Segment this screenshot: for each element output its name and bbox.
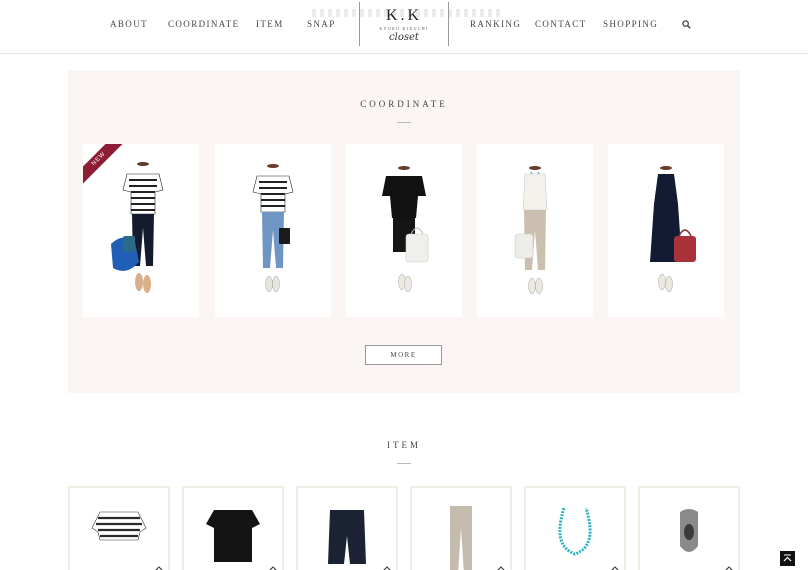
outfit-image [514,166,548,295]
hanger-icon [611,566,619,570]
new-badge: NEW [83,144,123,184]
coordinate-divider [397,122,411,123]
coordinate-card[interactable] [215,144,331,317]
outfit-image [252,164,294,293]
item-image [450,506,472,570]
item-image [558,507,592,556]
new-ribbon: NEW [83,144,123,184]
coordinate-title: COORDINATE [360,99,448,109]
logo-script: closet [389,32,419,43]
search-icon[interactable] [682,20,691,29]
page-top-icon [783,554,792,562]
coordinate-card[interactable] [477,144,593,317]
item-card[interactable] [68,486,170,570]
item-card[interactable] [296,486,398,570]
nav-about[interactable]: ABOUT [110,19,148,29]
hanger-icon [497,566,505,570]
more-button[interactable]: MORE [365,345,442,365]
site-logo[interactable]: K.K KYOKO KIKUCHI closet [359,2,449,46]
coordinate-card[interactable] [346,144,462,317]
nav-ranking[interactable]: RANKING [470,19,521,29]
item-card[interactable] [524,486,626,570]
item-card[interactable] [182,486,284,570]
nav-shopping[interactable]: SHOPPING [603,19,658,29]
nav-contact[interactable]: CONTACT [535,19,587,29]
nav-snap[interactable]: SNAP [307,19,336,29]
hanger-icon [155,566,163,570]
hanger-icon [269,566,277,570]
item-image [91,511,147,541]
site-header: ABOUT COORDINATE ITEM SNAP K.K KYOKO KIK… [0,0,808,54]
nav-item[interactable]: ITEM [256,19,284,29]
item-title: ITEM [387,440,421,450]
item-divider [397,463,411,464]
item-image [680,509,698,552]
page-top-button[interactable] [780,551,795,566]
coordinate-card[interactable]: NEW [83,144,199,317]
outfit-image [650,166,696,293]
logo-text: K.K [385,7,423,24]
outfit-image [382,166,429,293]
coordinate-card[interactable] [608,144,724,317]
item-image [328,510,366,564]
hanger-icon [725,566,733,570]
item-image [206,510,260,562]
item-card[interactable] [638,486,740,570]
hanger-icon [383,566,391,570]
item-card[interactable] [410,486,512,570]
nav-coordinate[interactable]: COORDINATE [168,19,240,29]
